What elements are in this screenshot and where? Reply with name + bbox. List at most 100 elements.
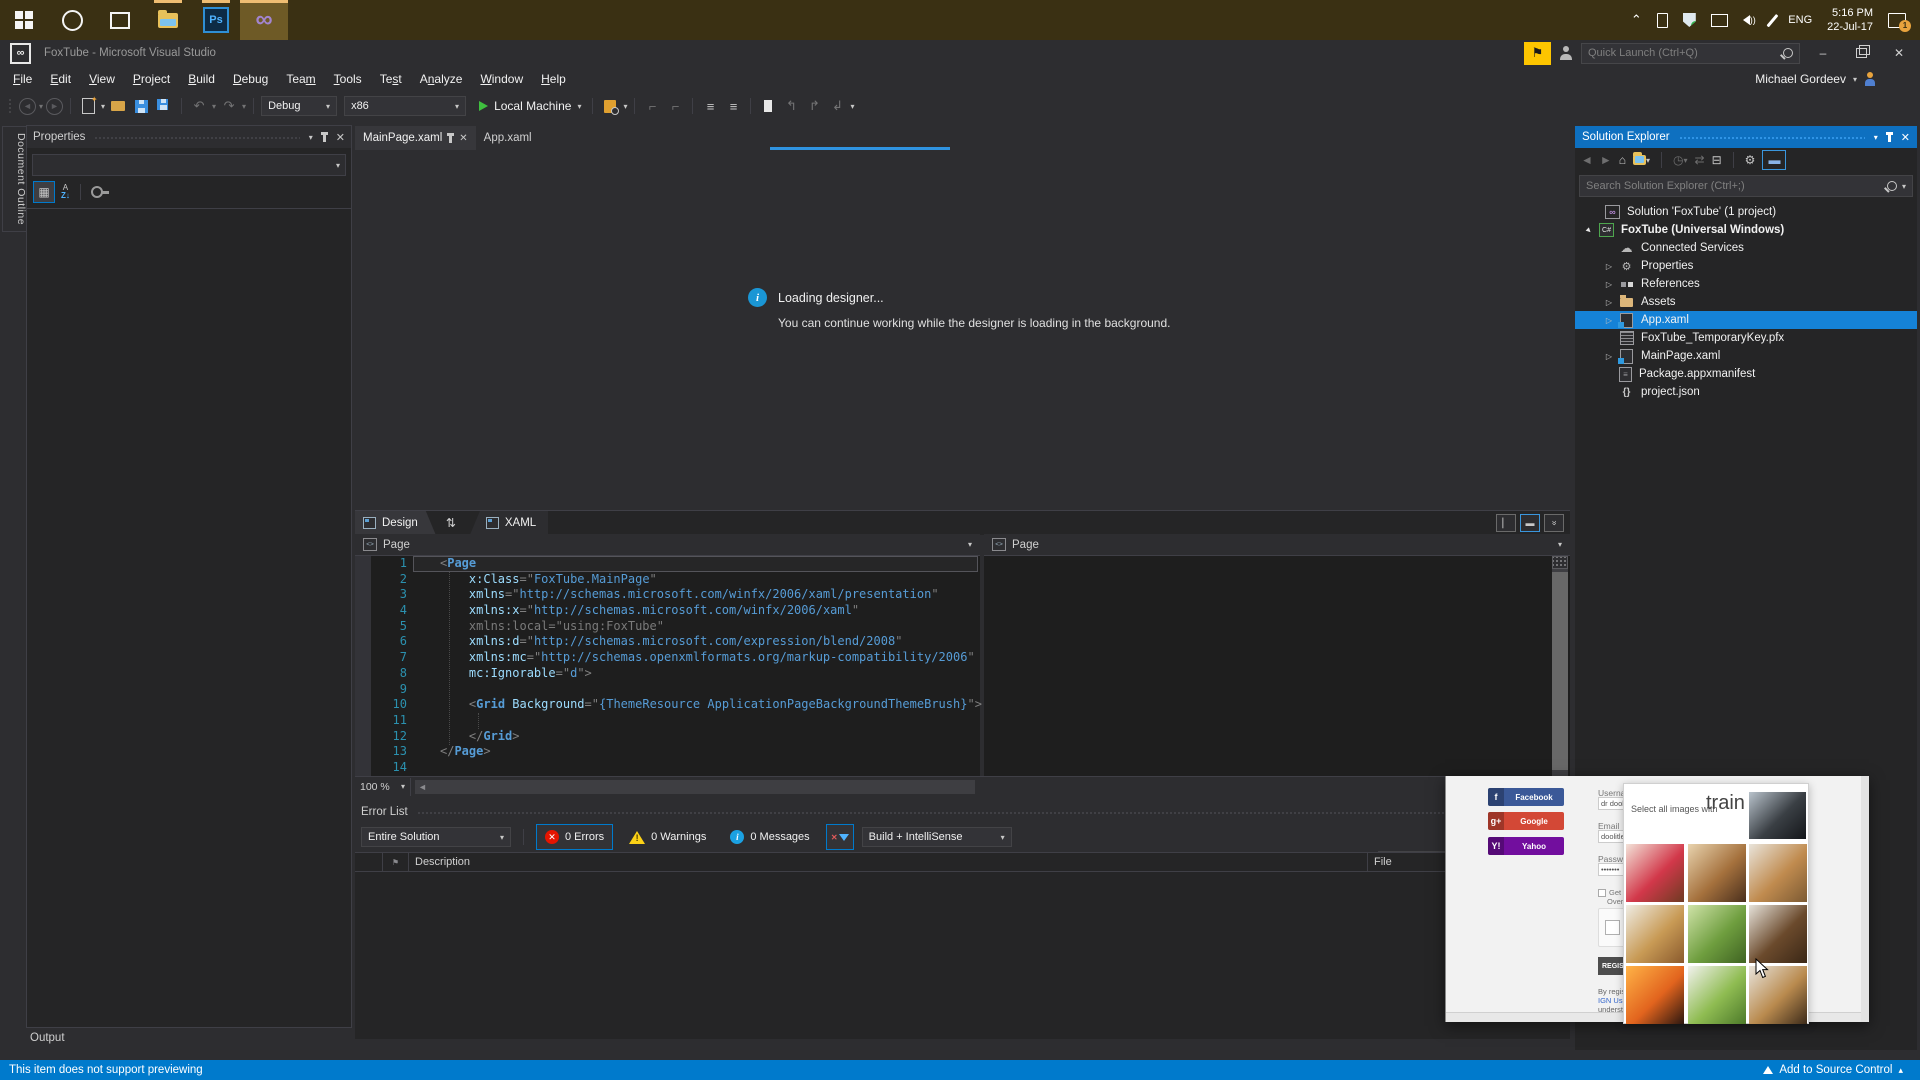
swap-panes-icon[interactable]: ⇅ bbox=[446, 516, 456, 530]
categorized-view-button[interactable]: ▦ bbox=[33, 181, 55, 203]
home-icon[interactable]: ⌂ bbox=[1619, 153, 1626, 167]
navigate-forward-icon[interactable]: ► bbox=[46, 97, 64, 115]
start-button[interactable] bbox=[0, 0, 48, 40]
tree-item-app-xaml[interactable]: ▷ App.xaml bbox=[1575, 311, 1917, 329]
splitter-grip[interactable] bbox=[1552, 556, 1568, 569]
tab-app-xaml[interactable]: App.xaml bbox=[476, 126, 540, 150]
decrease-indent-icon[interactable]: ≡ bbox=[700, 96, 720, 116]
quick-launch-input[interactable]: Quick Launch (Ctrl+Q) bbox=[1581, 42, 1800, 64]
add-to-source-control-button[interactable]: Add to Source Control ▴ bbox=[1763, 1064, 1911, 1076]
column-blank[interactable] bbox=[355, 853, 383, 871]
task-view-button[interactable] bbox=[96, 0, 144, 40]
column-description[interactable]: Description bbox=[409, 856, 1367, 868]
collapse-pane-button[interactable]: « bbox=[1544, 514, 1564, 532]
find-icon[interactable] bbox=[600, 96, 620, 116]
xaml-code-editor[interactable]: 1 <Page 2 x:Class="FoxTube.MainPage" 3 xmln… bbox=[355, 556, 982, 776]
clock[interactable]: 5:16 PM 22-Jul-17 bbox=[1827, 6, 1873, 34]
feedback-button[interactable]: ⚑ bbox=[1524, 41, 1551, 65]
captcha-image-coffee-beans[interactable] bbox=[1749, 905, 1807, 963]
output-panel-label[interactable]: Output bbox=[30, 1032, 65, 1044]
menu-team[interactable]: Team bbox=[277, 68, 324, 90]
code-line[interactable]: 13 </Page> bbox=[355, 744, 980, 760]
panel-grip[interactable] bbox=[416, 809, 1555, 815]
tree-item-foxtube-universal-windows-[interactable]: ▸ C# FoxTube (Universal Windows) bbox=[1575, 221, 1917, 239]
horizontal-scrollbar[interactable]: ◄ bbox=[415, 779, 975, 794]
filter-button[interactable]: ✕ bbox=[825, 824, 854, 850]
window-position-dropdown[interactable]: ▾ bbox=[1874, 133, 1878, 142]
google-login-button[interactable]: g+ Google bbox=[1488, 812, 1564, 830]
forward-icon[interactable]: ► bbox=[1600, 153, 1612, 167]
captcha-image-salad-plate[interactable] bbox=[1688, 966, 1746, 1024]
pen-icon[interactable] bbox=[1766, 13, 1778, 27]
newsletter-checkbox[interactable]: Get I bbox=[1598, 888, 1625, 897]
menu-test[interactable]: Test bbox=[371, 68, 411, 90]
next-bookmark-icon[interactable]: ↱ bbox=[804, 96, 824, 116]
scrollbar-thumb[interactable] bbox=[1552, 572, 1568, 770]
errors-toggle-button[interactable]: ✕ 0 Errors bbox=[536, 824, 614, 850]
code-line[interactable]: 1 <Page bbox=[355, 556, 980, 572]
minimize-button[interactable]: – bbox=[1808, 42, 1838, 64]
tab-design[interactable]: Design bbox=[355, 511, 436, 535]
toolbar-grip[interactable] bbox=[8, 98, 12, 114]
breadcrumb[interactable]: <> Page ▾ bbox=[355, 534, 980, 556]
increase-indent-icon[interactable]: ≡ bbox=[723, 96, 743, 116]
undo-icon[interactable]: ↶ bbox=[189, 96, 209, 116]
toolbar-overflow-dropdown[interactable]: ▾ bbox=[850, 102, 854, 111]
build-intellisense-dropdown[interactable]: Build + IntelliSense ▾ bbox=[861, 827, 1012, 847]
close-icon[interactable]: ✕ bbox=[336, 131, 345, 144]
breadcrumb[interactable]: <> Page ▾ bbox=[984, 534, 1570, 556]
captcha-image-pancakes-coffee[interactable] bbox=[1749, 844, 1807, 902]
new-file-icon[interactable]: ✦ bbox=[78, 95, 98, 116]
window-position-dropdown[interactable]: ▾ bbox=[309, 133, 313, 142]
panel-grip[interactable] bbox=[1678, 134, 1865, 140]
defender-icon[interactable]: ✓ bbox=[1682, 13, 1696, 27]
find-dropdown[interactable]: ▾ bbox=[623, 102, 627, 111]
navigate-backward-dropdown[interactable]: ▾ bbox=[39, 102, 43, 111]
feedback-person-icon[interactable] bbox=[1559, 46, 1573, 60]
captcha-image-breakfast-plate[interactable] bbox=[1626, 905, 1684, 963]
tree-item-connected-services[interactable]: ☁ Connected Services bbox=[1575, 239, 1917, 257]
volume-icon[interactable]: )) bbox=[1742, 15, 1756, 25]
platform-dropdown[interactable]: x86 ▾ bbox=[344, 96, 467, 116]
close-icon[interactable]: ✕ bbox=[459, 133, 467, 144]
redo-dropdown[interactable]: ▾ bbox=[242, 102, 246, 111]
menu-view[interactable]: View bbox=[80, 68, 124, 90]
property-pages-icon[interactable] bbox=[90, 186, 109, 198]
tab-mainpage-xaml[interactable]: MainPage.xaml ✕ bbox=[355, 126, 476, 150]
cortana-button[interactable] bbox=[48, 0, 96, 40]
properties-icon[interactable]: ⚙ bbox=[1745, 153, 1756, 167]
photoshop-button[interactable]: Ps bbox=[192, 0, 240, 40]
navigate-backward-icon[interactable]: ◄ bbox=[19, 97, 36, 115]
editor-scrollbar[interactable] bbox=[1552, 556, 1568, 776]
menu-tools[interactable]: Tools bbox=[325, 68, 371, 90]
clear-bookmarks-icon[interactable]: ↲ bbox=[827, 96, 847, 116]
menu-project[interactable]: Project bbox=[124, 68, 179, 90]
tree-item-solution-foxtube-1-project-[interactable]: ∞ Solution 'FoxTube' (1 project) bbox=[1575, 203, 1917, 221]
captcha-image-strawberry-cake[interactable] bbox=[1626, 844, 1684, 902]
editor-gutter[interactable] bbox=[355, 556, 371, 776]
comment-icon[interactable]: ⌐ bbox=[642, 96, 662, 116]
menu-help[interactable]: Help bbox=[532, 68, 575, 90]
redo-icon[interactable]: ↷ bbox=[219, 96, 239, 116]
menu-edit[interactable]: Edit bbox=[41, 68, 80, 90]
recaptcha-checkbox[interactable] bbox=[1605, 920, 1620, 935]
tree-item-foxtube-temporarykey-pfx[interactable]: FoxTube_TemporaryKey.pfx bbox=[1575, 329, 1917, 347]
pin-icon[interactable] bbox=[447, 132, 455, 143]
panel-grip[interactable] bbox=[94, 134, 300, 140]
pending-changes-filter-icon[interactable]: ◷ ▾ bbox=[1673, 153, 1688, 167]
collapse-all-icon[interactable]: ⊟ bbox=[1712, 153, 1722, 167]
error-list-body[interactable] bbox=[355, 872, 1570, 1039]
menu-window[interactable]: Window bbox=[471, 68, 532, 90]
switch-views-icon[interactable]: ▾ bbox=[1633, 152, 1650, 165]
alphabetical-sort-button[interactable]: A Z↓ bbox=[61, 184, 70, 200]
save-all-icon[interactable] bbox=[154, 96, 174, 116]
expander-collapsed-icon[interactable]: ▷ bbox=[1599, 298, 1619, 307]
tree-item-project-json[interactable]: {} project.json bbox=[1575, 383, 1917, 401]
back-icon[interactable]: ◄ bbox=[1581, 153, 1593, 167]
usb-icon[interactable] bbox=[1656, 12, 1668, 28]
sync-with-active-document-icon[interactable]: ⇄ bbox=[1695, 153, 1705, 167]
menu-file[interactable]: File bbox=[4, 68, 41, 90]
code-line[interactable]: 14 bbox=[355, 760, 980, 776]
tree-item-assets[interactable]: ▷ Assets bbox=[1575, 293, 1917, 311]
editor-second-pane[interactable] bbox=[984, 556, 1570, 776]
